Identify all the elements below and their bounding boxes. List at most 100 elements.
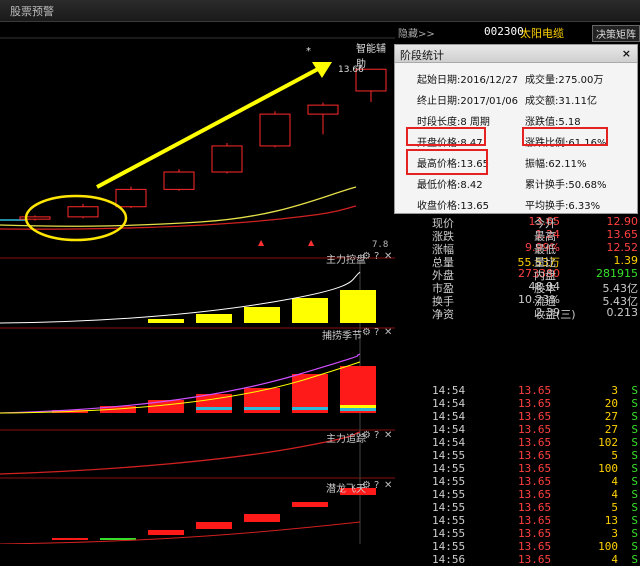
tick-row[interactable]: 14:56 13.65 4 S bbox=[430, 553, 640, 566]
indicator-4-name[interactable]: 潜龙飞天 bbox=[326, 480, 366, 495]
tick-price: 13.65 bbox=[518, 410, 552, 423]
indicator-2-name[interactable]: 捕捞季节 bbox=[322, 327, 362, 342]
close-icon[interactable]: ✕ bbox=[384, 480, 392, 491]
help-icon[interactable]: ? bbox=[374, 327, 379, 338]
tick-time: 14:55 bbox=[432, 514, 466, 527]
quote-row: 外盘 273380 内盘 281915 bbox=[400, 267, 640, 282]
candlestick-chart[interactable]: ▲ ▲ bbox=[0, 22, 395, 544]
tick-list[interactable]: 14:54 13.65 3 S 14:54 13.65 20 S 14:54 13.65 27 S 14… bbox=[430, 384, 640, 566]
tick-row[interactable]: 14:55 13.65 4 S bbox=[430, 488, 640, 501]
stat-item: 最低价格:8.42 bbox=[417, 180, 483, 191]
stat-item: 收盘价格:13.65 bbox=[417, 201, 489, 212]
quote-row: 涨跌 1.24 最高 13.65 bbox=[400, 228, 640, 243]
quote-value: 0.213 bbox=[606, 306, 639, 319]
close-icon[interactable]: ✕ bbox=[384, 251, 392, 262]
indicator-3-name[interactable]: 主力追踪 bbox=[326, 430, 366, 445]
tick-price: 13.65 bbox=[518, 423, 552, 436]
star-marker: * bbox=[306, 46, 311, 57]
hide-toggle-button[interactable]: 隐藏>> bbox=[398, 25, 435, 40]
tick-time: 14:55 bbox=[432, 501, 466, 514]
tick-volume: 4 bbox=[611, 553, 618, 566]
tick-row[interactable]: 14:55 13.65 5 S bbox=[430, 501, 640, 514]
candle-body bbox=[259, 113, 291, 147]
gear-icon[interactable]: ⚙ bbox=[362, 327, 371, 338]
dialog-title: 阶段统计 bbox=[400, 49, 444, 62]
tick-row[interactable]: 14:55 13.65 100 S bbox=[430, 540, 640, 553]
svg-text:▲: ▲ bbox=[308, 238, 315, 247]
tick-volume: 27 bbox=[604, 410, 618, 423]
tick-volume: 100 bbox=[598, 462, 618, 475]
tick-volume: 4 bbox=[611, 475, 618, 488]
tick-volume: 5 bbox=[611, 501, 618, 514]
tick-side: S bbox=[631, 488, 638, 501]
quote-value: 281915 bbox=[596, 267, 638, 280]
tick-side: S bbox=[631, 501, 638, 514]
gear-icon[interactable]: ⚙ bbox=[362, 480, 371, 491]
quote-label: 收益(三) bbox=[534, 308, 576, 321]
help-icon[interactable]: ? bbox=[374, 251, 379, 262]
candle-body bbox=[67, 206, 99, 218]
tick-price: 13.65 bbox=[518, 475, 552, 488]
help-icon[interactable]: ? bbox=[374, 430, 379, 441]
tick-row[interactable]: 14:55 13.65 5 S bbox=[430, 449, 640, 462]
gear-icon[interactable]: ⚙ bbox=[362, 251, 371, 262]
quote-row: 涨幅 9.99% 最低 12.52 bbox=[400, 241, 640, 256]
tick-row[interactable]: 14:54 13.65 27 S bbox=[430, 410, 640, 423]
tick-price: 13.65 bbox=[518, 527, 552, 540]
tick-row[interactable]: 14:55 13.65 13 S bbox=[430, 514, 640, 527]
tick-side: S bbox=[631, 527, 638, 540]
close-icon[interactable]: ✕ bbox=[384, 430, 392, 441]
close-icon[interactable]: ✕ bbox=[384, 327, 392, 338]
candle-body bbox=[19, 216, 51, 220]
quote-row: 换手 10.23% 流通 5.43亿 bbox=[400, 293, 640, 308]
tick-row[interactable]: 14:54 13.65 20 S bbox=[430, 397, 640, 410]
stat-item: 累计换手:50.68% bbox=[525, 180, 607, 191]
candle-body bbox=[211, 145, 243, 173]
tick-time: 14:55 bbox=[432, 475, 466, 488]
dialog-header[interactable]: 阶段统计 × bbox=[395, 45, 637, 63]
tick-row[interactable]: 14:54 13.65 3 S bbox=[430, 384, 640, 397]
tick-side: S bbox=[631, 410, 638, 423]
tick-side: S bbox=[631, 553, 638, 566]
chart-area[interactable]: ▲ ▲ 智能辅助 * 13.66 7.8 主力控盘 ⚙ ? ✕ 捕捞季节 ⚙ ?… bbox=[0, 22, 395, 544]
indicator-1-name[interactable]: 主力控盘 bbox=[326, 251, 366, 266]
close-icon[interactable]: × bbox=[622, 47, 631, 60]
candle-body bbox=[307, 104, 339, 115]
tick-volume: 27 bbox=[604, 423, 618, 436]
tick-row[interactable]: 14:55 13.65 100 S bbox=[430, 462, 640, 475]
tick-volume: 3 bbox=[611, 384, 618, 397]
highlight-box-change bbox=[522, 127, 608, 146]
tick-time: 14:55 bbox=[432, 527, 466, 540]
tick-volume: 3 bbox=[611, 527, 618, 540]
gear-icon[interactable]: ⚙ bbox=[362, 430, 371, 441]
tick-row[interactable]: 14:55 13.65 4 S bbox=[430, 475, 640, 488]
tick-side: S bbox=[631, 462, 638, 475]
tick-time: 14:54 bbox=[432, 397, 466, 410]
tick-side: S bbox=[631, 423, 638, 436]
tick-side: S bbox=[631, 397, 638, 410]
quote-row: 市盈 48.04 股本 5.43亿 bbox=[400, 280, 640, 295]
candles-group bbox=[19, 68, 387, 221]
tick-row[interactable]: 14:54 13.65 27 S bbox=[430, 423, 640, 436]
stage-stats-dialog[interactable]: 阶段统计 × 起始日期:2016/12/27 成交量:275.00万 终止日期:20… bbox=[394, 44, 638, 214]
tick-time: 14:56 bbox=[432, 553, 466, 566]
stat-item: 起始日期:2016/12/27 bbox=[417, 75, 519, 86]
tick-row[interactable]: 14:55 13.65 3 S bbox=[430, 527, 640, 540]
tick-price: 13.65 bbox=[518, 488, 552, 501]
tick-side: S bbox=[631, 514, 638, 527]
tick-time: 14:54 bbox=[432, 423, 466, 436]
stock-name: 太阳电缆 bbox=[520, 27, 564, 40]
app-title: 股票预警 bbox=[10, 5, 54, 18]
stat-item: 成交量:275.00万 bbox=[525, 75, 604, 86]
tick-price: 13.65 bbox=[518, 449, 552, 462]
tick-side: S bbox=[631, 436, 638, 449]
tick-volume: 100 bbox=[598, 540, 618, 553]
tick-price: 13.65 bbox=[518, 540, 552, 553]
tick-volume: 102 bbox=[598, 436, 618, 449]
tick-side: S bbox=[631, 475, 638, 488]
tick-row[interactable]: 14:54 13.65 102 S bbox=[430, 436, 640, 449]
help-icon[interactable]: ? bbox=[374, 480, 379, 491]
decision-matrix-button[interactable]: 决策矩阵 bbox=[592, 25, 640, 42]
stat-item: 成交额:31.11亿 bbox=[525, 96, 597, 107]
tick-time: 14:55 bbox=[432, 462, 466, 475]
